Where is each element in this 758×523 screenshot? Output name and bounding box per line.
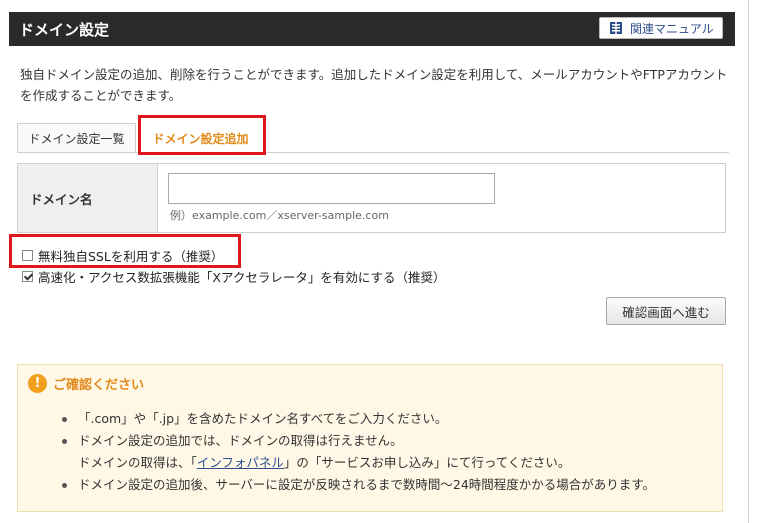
notice-item-text-post: 」の「サービスお申し込み」にて行ってください。 [283,455,571,470]
domain-form-table: ドメイン名 例）example.com／xserver-sample.com [17,163,726,233]
notice-item-text-pre: ドメインの取得は、「 [78,455,197,470]
notice-box: ! ご確認ください 「.com」や「.jp」を含めたドメイン名すべてをご入力くだ… [17,364,723,512]
tab-bar: ドメイン設定一覧 ドメイン設定追加 [17,123,729,153]
proceed-to-confirm-button[interactable]: 確認画面へ進む [606,297,726,325]
domain-name-hint: 例）example.com／xserver-sample.com [170,209,389,222]
info-panel-link[interactable]: インフォパネル [197,455,284,470]
notice-item-text: ドメイン設定の追加後、サーバーに設定が反映されるまで数時間〜24時間程度かかる場… [78,477,656,492]
warning-icon: ! [28,374,47,393]
page-header: ドメイン設定 関連マニュアル [9,12,735,46]
tab-domain-list[interactable]: ドメイン設定一覧 [17,123,136,152]
accelerator-checkbox[interactable] [22,271,33,282]
notice-list: 「.com」や「.jp」を含めたドメイン名すべてをご入力ください。 ドメイン設定… [60,408,710,496]
notice-title-row: ! ご確認ください [28,374,144,393]
notice-item: ドメイン設定の追加後、サーバーに設定が反映されるまで数時間〜24時間程度かかる場… [60,474,710,496]
notice-item-text: ドメイン設定の追加では、ドメインの取得は行えません。 [78,433,403,448]
notice-item: ドメイン設定の追加では、ドメインの取得は行えません。 ドメインの取得は、「インフ… [60,430,710,474]
highlight-box-tab [138,115,266,155]
notice-item: 「.com」や「.jp」を含めたドメイン名すべてをご入力ください。 [60,408,710,430]
highlight-box-ssl [9,234,241,268]
page-description: 独自ドメイン設定の追加、削除を行うことができます。追加したドメイン設定を利用して… [20,67,728,103]
notice-title: ご確認ください [53,378,145,393]
accelerator-option-row[interactable]: 高速化・アクセス数拡張機能「Xアクセラレータ」を有効にする（推奨） [22,267,445,286]
page-title: ドメイン設定 [19,21,110,39]
book-icon [609,21,623,35]
related-manual-label: 関連マニュアル [630,21,714,36]
accelerator-option-label: 高速化・アクセス数拡張機能「Xアクセラレータ」を有効にする（推奨） [38,270,446,285]
page-edge-divider [748,0,749,523]
tab-divider [17,152,729,153]
notice-item-text-line2: ドメインの取得は、「インフォパネル」の「サービスお申し込み」にて行ってください。 [78,452,710,474]
domain-name-input[interactable] [168,173,495,204]
related-manual-button[interactable]: 関連マニュアル [599,17,723,39]
notice-item-text: 「.com」や「.jp」を含めたドメイン名すべてをご入力ください。 [78,411,448,426]
domain-name-label: ドメイン名 [18,164,158,232]
